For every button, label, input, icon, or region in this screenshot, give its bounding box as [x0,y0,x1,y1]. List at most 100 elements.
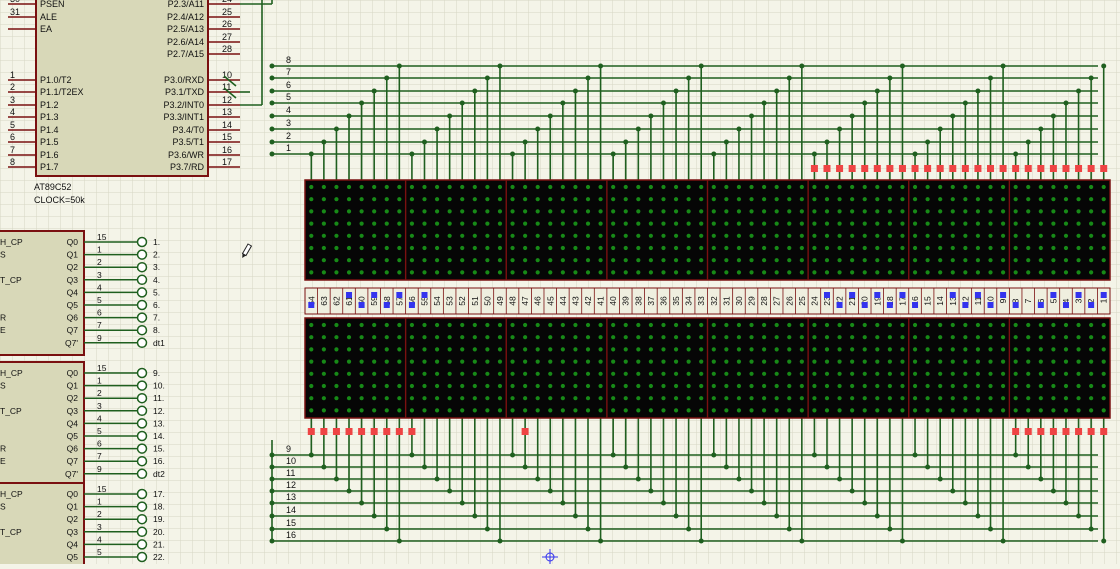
net-terminal[interactable] [136,443,148,454]
led-dot [560,184,565,190]
led-dot [762,184,767,190]
net-terminal[interactable] [136,274,148,286]
led-dot [372,396,377,401]
led-dot [1076,371,1081,376]
led-dot [548,209,553,214]
led-dot [510,371,515,376]
led-dot [623,383,628,389]
bottom-bus-label: 11 [286,468,295,478]
led-dot [912,221,918,226]
led-dot [812,209,817,214]
mcu-component[interactable]: AT89C52 CLOCK=50k 30 PSEN 31 ALE EA 1 P1.0/T2 2… [8,0,240,205]
pin-marker-red [1012,428,1020,435]
mcu-pin-number: 13 [222,107,232,117]
net-terminal[interactable] [136,312,148,323]
schematic-canvas[interactable]: 8 7 6 5 4 3 2 1 9 10 11 12 13 14 15 16 AT89C52 CLOCK=50… [0,0,1120,569]
led-dot [346,270,352,275]
net-terminal[interactable] [136,468,148,480]
net-terminal[interactable] [136,249,148,260]
led-dot [824,322,830,328]
led-dot [636,396,641,401]
led-dot [648,383,653,389]
wire-junction [409,151,415,157]
led-dot [309,408,314,413]
shift-register-input-label: R [0,313,6,323]
schematic-svg[interactable]: 87654321910111213141516 AT89C52 CLOCK=50… [0,0,1120,569]
led-dot [1038,335,1043,340]
wire-junction [786,526,792,532]
led-dot [409,258,415,263]
bottom-bus-label: 14 [286,505,296,515]
column-label: 28 [759,296,769,306]
wire-junction [648,113,654,119]
led-dot [535,209,540,214]
led-dot [321,197,326,202]
led-dot [636,209,641,214]
led-dot [334,347,339,352]
led-dot [397,335,402,340]
mcu-pin-name: P3.6/WR [168,150,205,160]
led-dot [950,221,955,226]
led-dot [887,233,892,238]
led-dot [774,270,779,275]
wire-junction [447,488,453,494]
led-dot [673,371,679,376]
led-dot [372,383,377,389]
wire-junction [660,500,666,506]
net-terminal[interactable] [136,337,148,349]
led-dot [497,371,503,376]
led-dot [774,258,779,263]
led-dot [862,322,867,328]
net-terminal[interactable] [136,287,148,298]
net-terminal[interactable] [136,380,148,391]
led-dot [397,209,402,214]
net-terminal[interactable] [136,367,148,379]
led-dot [1051,184,1056,190]
net-terminal[interactable] [136,430,148,442]
net-terminal[interactable] [136,405,148,417]
led-dot [1051,221,1056,226]
led-dot [510,347,515,352]
led-dot [636,408,641,413]
net-terminal[interactable] [136,513,148,525]
net-terminal[interactable] [136,455,148,467]
mcu-pin-name: P1.0/T2 [40,75,72,85]
led-dot [1089,383,1094,389]
net-terminal[interactable] [136,236,148,248]
led-dot [925,396,930,401]
led-dot [900,335,905,340]
led-dot [1063,258,1069,263]
net-terminal[interactable] [136,324,148,336]
led-dot [321,347,326,352]
net-terminal[interactable] [136,299,148,311]
led-dot [1051,258,1056,263]
led-dot [673,245,679,251]
led-dot [560,359,565,364]
net-terminal[interactable] [136,392,148,404]
led-dot [497,396,503,401]
led-dot [334,270,339,275]
wire-junction [849,488,855,494]
led-dot [925,197,930,202]
shift-register-pin-name: Q0 [67,368,79,378]
mcu-pin-name: PSEN [40,0,65,9]
led-dot [447,335,452,340]
net-terminal[interactable] [136,539,148,550]
led-dot [699,347,704,352]
led-dot [334,322,339,328]
column-label: 46 [533,296,543,306]
net-terminal[interactable] [136,418,148,429]
net-terminal[interactable] [136,488,148,500]
led-dot [397,383,402,389]
led-dot [1013,209,1018,214]
net-terminal[interactable] [136,501,148,512]
net-terminal[interactable] [136,551,148,563]
led-dot [749,347,754,352]
led-dot [950,408,955,413]
led-dot [611,245,616,251]
led-dot [523,270,528,275]
net-terminal[interactable] [136,261,148,273]
led-dot [1051,359,1056,364]
led-dot [397,347,402,352]
net-terminal[interactable] [136,526,148,538]
